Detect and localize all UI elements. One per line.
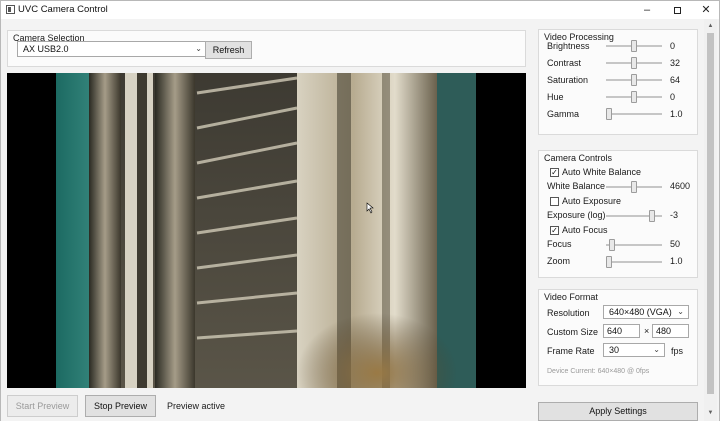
maximize-button[interactable] [662, 1, 692, 19]
camera-select[interactable]: AX USB2.0 ⌄ [17, 41, 207, 57]
frame-rate-select-value: 30 [609, 345, 620, 355]
zoom-label: Zoom [547, 256, 571, 266]
video-processing-group: Video Processing Brightness 0 Contrast 32 Sa… [538, 29, 698, 135]
minimize-button[interactable]: – [632, 1, 662, 19]
slider-thumb[interactable] [631, 181, 637, 193]
close-button[interactable]: ✕ [691, 1, 720, 19]
checkmark-icon: ✓ [551, 168, 558, 177]
checkmark-icon: ✓ [551, 226, 558, 235]
scroll-up-icon[interactable]: ▲ [704, 20, 717, 32]
auto-focus-checkbox[interactable]: ✓ [550, 226, 559, 235]
device-current-status: Device Current: 640×480 @ 0fps [547, 368, 650, 375]
scroll-down-icon[interactable]: ▼ [704, 407, 717, 419]
zoom-slider[interactable] [606, 256, 662, 268]
brightness-slider[interactable] [606, 40, 662, 52]
exposure-label: Exposure (log) [547, 210, 606, 220]
apply-settings-button[interactable]: Apply Settings [538, 402, 698, 421]
auto-white-balance-checkbox[interactable]: ✓ [550, 168, 559, 177]
video-format-title: Video Format [544, 292, 598, 302]
chevron-down-icon: ⌄ [195, 44, 202, 53]
video-format-group: Video Format Resolution 640×480 (VGA) ⌄ … [538, 289, 698, 386]
vertical-scrollbar[interactable]: ▲ ▼ [704, 19, 717, 421]
auto-focus-label: Auto Focus [562, 225, 608, 235]
slider-track [606, 261, 662, 263]
zoom-value: 1.0 [670, 256, 683, 266]
slider-thumb[interactable] [649, 210, 655, 222]
auto-exposure-checkbox[interactable] [550, 197, 559, 206]
minimize-icon: – [643, 4, 651, 16]
chevron-down-icon: ⌄ [653, 345, 660, 354]
white-balance-label: White Balance [547, 181, 606, 191]
exposure-value: -3 [670, 210, 679, 220]
auto-white-balance-label: Auto White Balance [562, 167, 642, 177]
contrast-slider[interactable] [606, 57, 662, 69]
saturation-label: Saturation [547, 75, 589, 85]
fps-unit: fps [671, 346, 684, 356]
saturation-slider[interactable] [606, 74, 662, 86]
slider-thumb[interactable] [631, 74, 637, 86]
hue-slider[interactable] [606, 91, 662, 103]
slider-track [606, 113, 662, 115]
slider-thumb[interactable] [631, 57, 637, 69]
refresh-button[interactable]: Refresh [205, 41, 252, 59]
custom-width-input[interactable]: 640 [603, 324, 640, 338]
app-icon [6, 5, 15, 14]
frame-rate-select[interactable]: 30 ⌄ [603, 343, 665, 357]
custom-size-label: Custom Size [547, 327, 599, 337]
slider-thumb[interactable] [606, 108, 612, 120]
slider-thumb[interactable] [631, 40, 637, 52]
brightness-label: Brightness [547, 41, 590, 51]
camera-select-value: AX USB2.0 [23, 44, 69, 54]
client-area: Camera Selection AX USB2.0 ⌄ Refresh Sta… [1, 19, 719, 421]
focus-slider[interactable] [606, 239, 662, 251]
size-separator: × [644, 326, 650, 336]
camera-controls-title: Camera Controls [544, 153, 613, 163]
hue-label: Hue [547, 92, 564, 102]
exposure-slider[interactable] [606, 210, 662, 222]
brightness-value: 0 [670, 41, 676, 51]
settings-panel: Video Processing Brightness 0 Contrast 32 Sa… [531, 19, 719, 421]
white-balance-slider[interactable] [606, 181, 662, 193]
gamma-slider[interactable] [606, 108, 662, 120]
focus-label: Focus [547, 239, 572, 249]
hue-value: 0 [670, 92, 676, 102]
slider-thumb[interactable] [606, 256, 612, 268]
camera-controls-group: Camera Controls ✓ Auto White Balance Whi… [538, 150, 698, 278]
custom-height-input[interactable]: 480 [652, 324, 689, 338]
app-window: UVC Camera Control – ✕ Camera Selection … [0, 0, 720, 421]
resolution-select[interactable]: 640×480 (VGA) ⌄ [603, 305, 689, 319]
focus-value: 50 [670, 239, 681, 249]
window-title: UVC Camera Control [18, 4, 108, 15]
camera-preview [7, 73, 526, 388]
resolution-select-value: 640×480 (VGA) [609, 307, 672, 317]
preview-status: Preview active [167, 401, 226, 411]
contrast-value: 32 [670, 58, 681, 68]
stop-preview-button[interactable]: Stop Preview [85, 395, 156, 417]
slider-thumb[interactable] [631, 91, 637, 103]
chevron-down-icon: ⌄ [677, 307, 684, 316]
resolution-label: Resolution [547, 308, 590, 318]
saturation-value: 64 [670, 75, 681, 85]
frame-rate-label: Frame Rate [547, 346, 595, 356]
camera-selection-group: Camera Selection AX USB2.0 ⌄ Refresh [7, 30, 526, 67]
slider-thumb[interactable] [609, 239, 615, 251]
gamma-value: 1.0 [670, 109, 683, 119]
title-bar: UVC Camera Control – ✕ [1, 1, 719, 19]
maximize-icon [673, 6, 681, 14]
preview-image [7, 73, 526, 388]
gamma-label: Gamma [547, 109, 580, 119]
contrast-label: Contrast [547, 58, 582, 68]
white-balance-value: 4600 [670, 181, 691, 191]
scrollbar-thumb[interactable] [707, 33, 714, 394]
auto-exposure-label: Auto Exposure [562, 196, 622, 206]
close-icon: ✕ [701, 4, 711, 16]
start-preview-button[interactable]: Start Preview [7, 395, 78, 417]
